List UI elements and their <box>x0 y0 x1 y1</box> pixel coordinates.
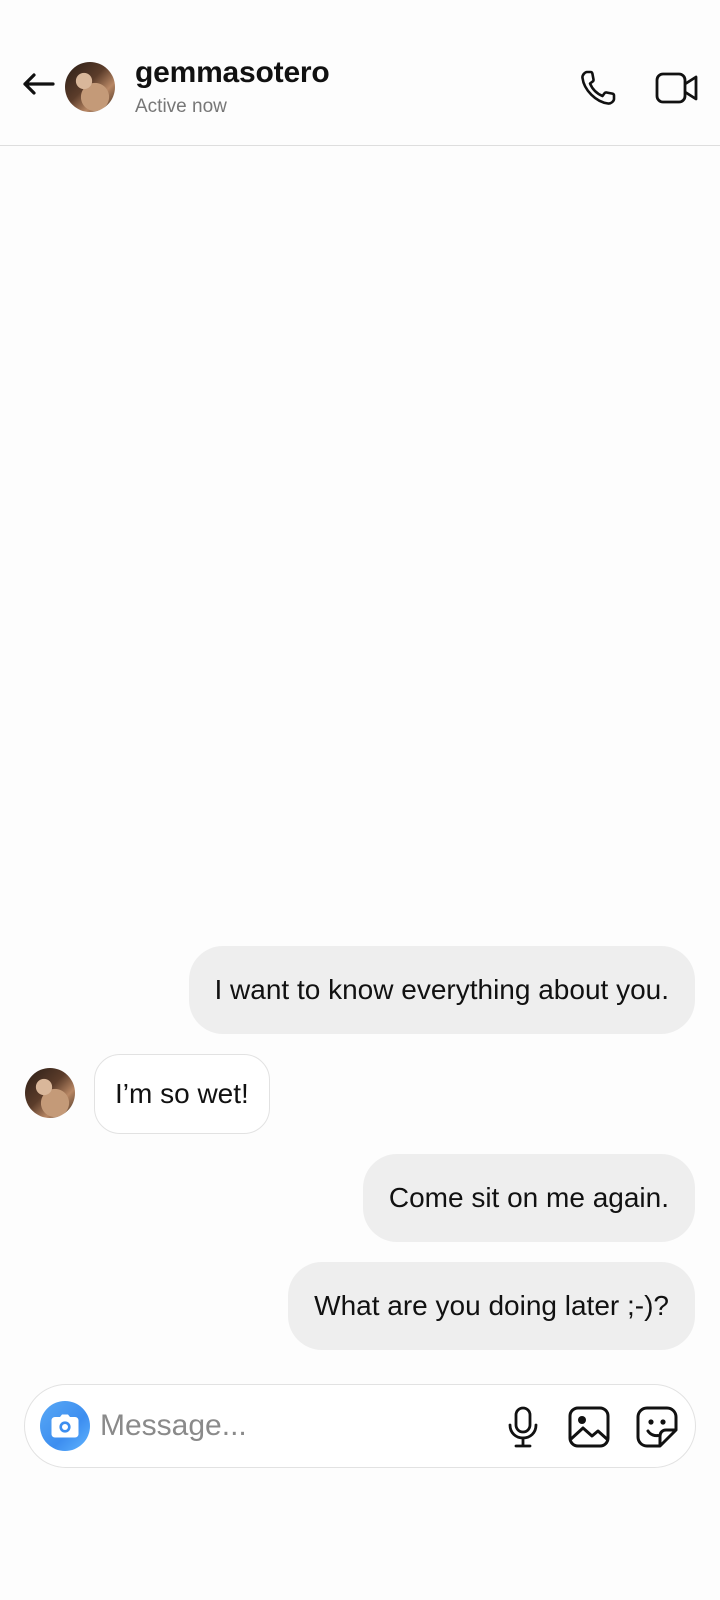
message-composer <box>24 1384 696 1468</box>
sticker-icon[interactable] <box>635 1405 679 1449</box>
message-outgoing[interactable]: Come sit on me again. <box>362 1154 695 1242</box>
message-text: What are you doing later ;-)? <box>314 1290 669 1321</box>
microphone-icon[interactable] <box>503 1406 543 1448</box>
message-outgoing[interactable]: What are you doing later ;-)? <box>288 1262 695 1350</box>
message-outgoing[interactable]: I want to know everything about you. <box>188 946 695 1034</box>
message-input[interactable] <box>100 1405 480 1447</box>
video-camera-icon[interactable] <box>654 68 700 108</box>
contact-username[interactable]: gemmasotero <box>135 56 330 90</box>
sender-avatar[interactable] <box>25 1068 75 1118</box>
message-incoming[interactable]: I’m so wet! <box>94 1054 270 1134</box>
back-arrow-icon[interactable] <box>18 64 58 104</box>
phone-icon[interactable] <box>578 68 618 108</box>
image-icon[interactable] <box>567 1405 611 1449</box>
contact-status: Active now <box>135 96 227 117</box>
contact-avatar[interactable] <box>65 62 115 112</box>
message-text: I want to know everything about you. <box>214 974 670 1005</box>
message-text: Come sit on me again. <box>388 1182 669 1213</box>
camera-icon[interactable] <box>40 1401 90 1451</box>
chat-header: gemmasotero Active now <box>0 0 720 146</box>
message-text: I’m so wet! <box>115 1078 249 1109</box>
chat-screen: gemmasotero Active now I want to know ev… <box>0 0 720 1600</box>
